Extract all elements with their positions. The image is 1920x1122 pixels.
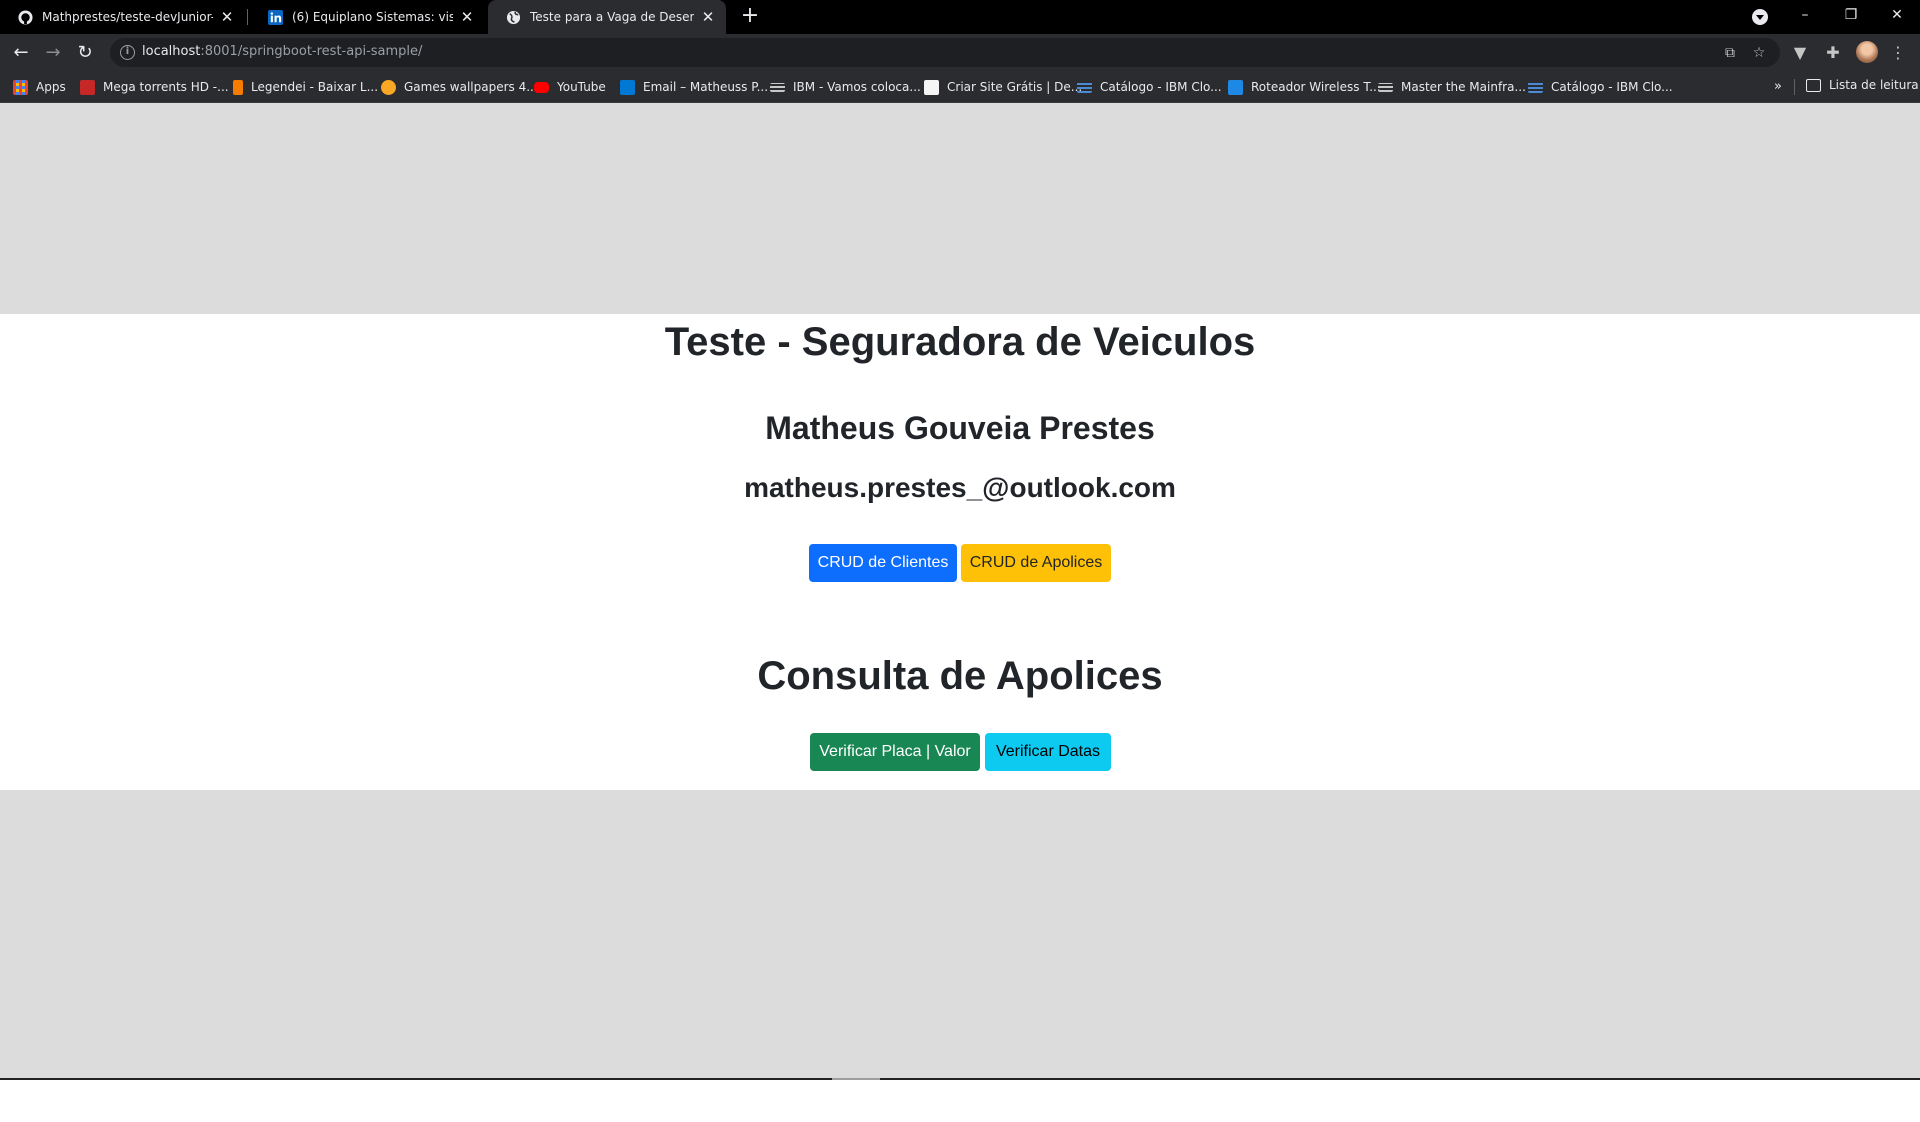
tab-title: Mathprestes/teste-devJunior-equ xyxy=(42,10,213,24)
router-icon xyxy=(1228,79,1243,95)
verificar-datas-button[interactable]: Verificar Datas xyxy=(985,733,1111,771)
crud-apolices-button[interactable]: CRUD de Apolices xyxy=(961,544,1111,582)
bookmark-games-wallpapers[interactable]: Games wallpapers 4... xyxy=(381,78,538,96)
legendei-icon xyxy=(233,79,243,95)
restore-icon[interactable]: ❐ xyxy=(1828,0,1874,34)
ibm-cloud-icon xyxy=(1077,81,1092,93)
bookmark-label: Email – Matheuss P... xyxy=(643,80,769,94)
ibm-icon xyxy=(1378,82,1393,92)
tab-linkedin[interactable]: (6) Equiplano Sistemas: visão ger ✕ xyxy=(250,0,485,34)
tab-search-icon[interactable] xyxy=(1752,9,1768,25)
page-background-bottom xyxy=(0,790,1920,1078)
bookmark-wix[interactable]: Criar Site Grátis | De... xyxy=(924,78,1082,96)
outlook-icon xyxy=(620,79,635,95)
address-bar[interactable]: i localhost:8001/springboot-rest-api-sam… xyxy=(110,38,1780,67)
back-arrow-icon[interactable]: ← xyxy=(8,40,34,66)
forward-arrow-icon[interactable]: → xyxy=(40,40,66,66)
tab-separator xyxy=(247,9,248,25)
crud-clientes-button[interactable]: CRUD de Clientes xyxy=(809,544,957,582)
close-icon[interactable]: ✕ xyxy=(459,9,475,25)
url-text[interactable]: localhost:8001/springboot-rest-api-sampl… xyxy=(142,44,422,59)
wix-icon xyxy=(924,79,939,95)
reading-list-icon xyxy=(1806,78,1821,92)
tab-active[interactable]: Teste para a Vaga de Desenvolved ✕ xyxy=(488,0,726,34)
bookmark-email[interactable]: Email – Matheuss P... xyxy=(620,78,768,96)
author-email: matheus.prestes_@outlook.com xyxy=(744,472,1176,503)
bookmark-star-icon[interactable]: ☆ xyxy=(1751,45,1767,61)
extensions-puzzle-icon[interactable]: ✚ xyxy=(1823,43,1843,63)
bookmark-ibm-cloud-catalog-2[interactable]: Catálogo - IBM Clo... xyxy=(1528,78,1673,96)
site-info-icon[interactable]: i xyxy=(120,45,135,60)
bookmark-label: Roteador Wireless T... xyxy=(1251,80,1381,94)
url-path: :8001/springboot-rest-api-sample/ xyxy=(200,44,423,59)
ibm-icon xyxy=(770,82,785,92)
consulta-title: Consulta de Apolices xyxy=(757,654,1163,698)
ibm-cloud-icon xyxy=(1528,81,1543,93)
tab-title: Teste para a Vaga de Desenvolved xyxy=(530,10,694,24)
apps-grid-icon xyxy=(13,79,28,95)
tab-strip: Mathprestes/teste-devJunior-equ ✕ (6) Eq… xyxy=(0,0,1920,34)
below-viewport-area xyxy=(0,1080,1920,1122)
bookmark-legendei[interactable]: Legendei - Baixar L... xyxy=(233,78,378,96)
vue-devtools-icon[interactable]: ▼ xyxy=(1790,43,1810,63)
verificar-placa-valor-button[interactable]: Verificar Placa | Valor xyxy=(810,733,980,771)
bookmark-label: Mega torrents HD -... xyxy=(103,80,229,94)
tab-github[interactable]: Mathprestes/teste-devJunior-equ ✕ xyxy=(0,0,245,34)
menu-kebab-icon[interactable]: ⋮ xyxy=(1888,43,1908,63)
w-icon xyxy=(381,79,396,95)
bookmark-ibm-vamos[interactable]: IBM - Vamos coloca... xyxy=(770,78,921,96)
profile-avatar[interactable] xyxy=(1856,41,1878,63)
bookmark-youtube[interactable]: YouTube xyxy=(534,78,606,96)
bookmarks-divider xyxy=(1794,79,1795,95)
translate-icon[interactable]: ⧉ xyxy=(1722,45,1738,61)
bookmark-label: Catálogo - IBM Clo... xyxy=(1100,80,1222,94)
page-title: Teste - Seguradora de Veiculos xyxy=(664,320,1256,364)
minimize-icon[interactable]: – xyxy=(1782,0,1828,34)
page-background-top xyxy=(0,103,1920,314)
author-name: Matheus Gouveia Prestes xyxy=(765,410,1155,446)
close-icon[interactable]: ✕ xyxy=(700,9,716,25)
bookmark-label: Games wallpapers 4... xyxy=(404,80,538,94)
bookmark-label: Catálogo - IBM Clo... xyxy=(1551,80,1673,94)
hd-icon xyxy=(80,79,95,95)
bookmark-roteador[interactable]: Roteador Wireless T... xyxy=(1228,78,1381,96)
bookmarks-bar: Apps Mega torrents HD -... Legendei - Ba… xyxy=(0,71,1920,103)
main-content: Teste - Seguradora de Veiculos Matheus G… xyxy=(0,314,1920,790)
bookmark-ibm-cloud-catalog[interactable]: Catálogo - IBM Clo... xyxy=(1077,78,1222,96)
bookmark-label: Legendei - Baixar L... xyxy=(251,80,379,94)
github-icon xyxy=(18,9,33,25)
youtube-icon xyxy=(534,81,549,93)
bookmark-label: IBM - Vamos coloca... xyxy=(793,80,921,94)
bookmark-label: Master the Mainfra... xyxy=(1401,80,1526,94)
bookmark-apps[interactable]: Apps xyxy=(13,78,66,96)
close-icon[interactable]: ✕ xyxy=(219,9,235,25)
bookmark-master-mainframe[interactable]: Master the Mainfra... xyxy=(1378,78,1526,96)
browser-toolbar: ← → ↻ i localhost:8001/springboot-rest-a… xyxy=(0,34,1920,71)
window-close-icon[interactable]: ✕ xyxy=(1874,0,1920,34)
bookmark-label: Criar Site Grátis | De... xyxy=(947,80,1083,94)
bookmark-label: Apps xyxy=(36,80,66,94)
reading-list[interactable]: Lista de leitura xyxy=(1806,78,1919,92)
more-bookmarks-chevron-icon[interactable]: » xyxy=(1774,79,1782,94)
reading-list-label: Lista de leitura xyxy=(1829,78,1919,92)
reload-icon[interactable]: ↻ xyxy=(72,40,98,66)
bookmark-label: YouTube xyxy=(557,80,606,94)
globe-icon xyxy=(506,10,521,25)
url-host: localhost xyxy=(142,44,201,59)
bookmark-mega-torrents[interactable]: Mega torrents HD -... xyxy=(80,78,229,96)
tab-title: (6) Equiplano Sistemas: visão ger xyxy=(292,10,453,24)
linkedin-icon xyxy=(268,9,283,25)
new-tab-plus-icon[interactable]: + xyxy=(738,5,762,29)
